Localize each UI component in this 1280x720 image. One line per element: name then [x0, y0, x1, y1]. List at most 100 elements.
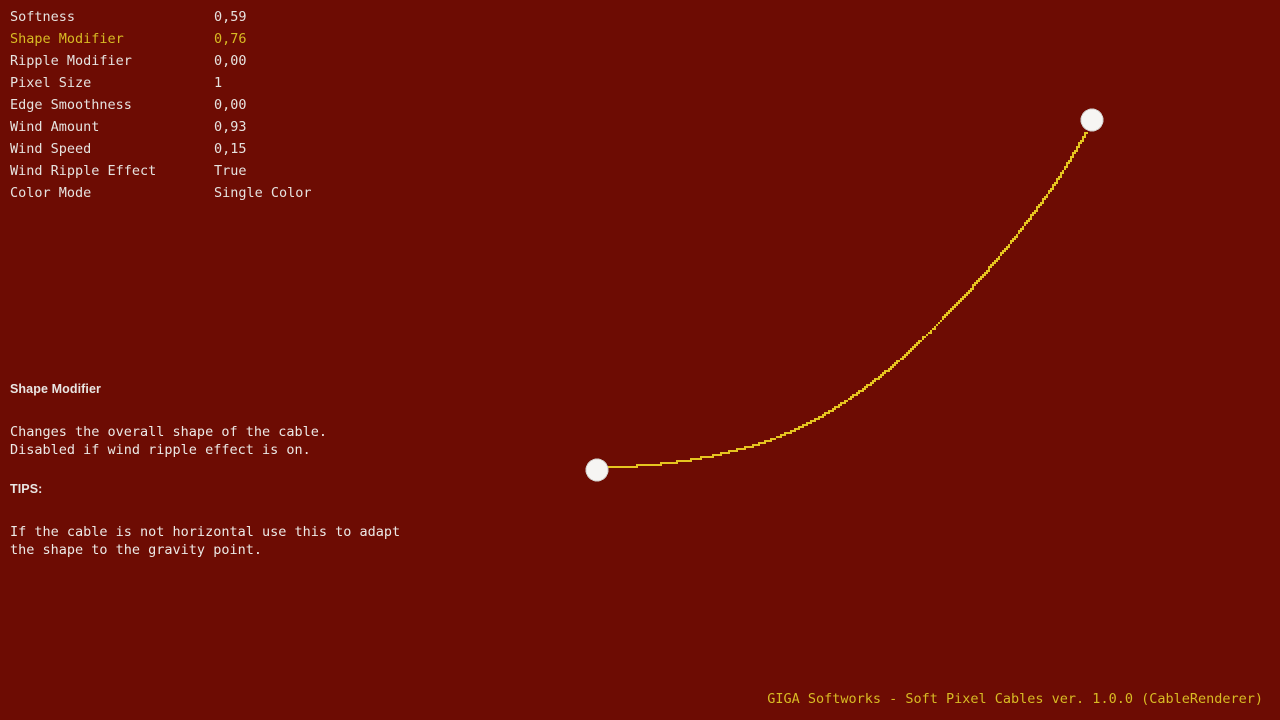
parameter-value[interactable]: 0,00 [214, 94, 247, 116]
cable-pixel [986, 270, 988, 272]
parameter-label: Edge Smoothness [10, 97, 132, 113]
parameter-row-pixel-size[interactable]: Pixel Size 1 [10, 72, 430, 94]
cable-pixel [726, 452, 728, 454]
cable-pixel [744, 448, 746, 450]
cable-pixel [922, 338, 924, 340]
cable-pixel [1028, 220, 1030, 222]
parameter-value[interactable]: 0,76 [214, 28, 247, 50]
cable-pixel [874, 380, 876, 382]
cable-pixel [858, 392, 860, 394]
cable-pixel [966, 292, 968, 294]
cable-anchor-end[interactable] [1080, 108, 1104, 132]
cable-pixel [1058, 178, 1060, 180]
parameter-row-shape-modifier[interactable]: Shape Modifier 0,76 [10, 28, 430, 50]
parameter-row-wind-ripple-effect[interactable]: Wind Ripple Effect True [10, 160, 430, 182]
parameter-value[interactable]: 0,59 [214, 6, 247, 28]
cable-pixel [618, 466, 620, 468]
cable-pixel [616, 466, 618, 468]
cable-pixel [934, 328, 936, 330]
parameter-value[interactable]: 0,93 [214, 116, 247, 138]
cable-pixel [1082, 140, 1084, 142]
cable-pixel [858, 390, 860, 392]
cable-pixel [878, 378, 880, 380]
cable-pixel [1014, 238, 1016, 240]
cable-pixel [648, 464, 650, 466]
parameter-row-wind-speed[interactable]: Wind Speed 0,15 [10, 138, 430, 160]
cable-pixel [1048, 190, 1050, 192]
cable-pixel [1082, 136, 1084, 138]
cable-pixel [870, 384, 872, 386]
parameter-row-color-mode[interactable]: Color Mode Single Color [10, 182, 430, 204]
cable-pixel [842, 402, 844, 404]
cable-pixel [664, 462, 666, 464]
cable-anchor-start[interactable] [585, 458, 609, 482]
cable-pixel [804, 424, 806, 426]
cable-pixel [1078, 144, 1080, 146]
cable-pixel [1070, 156, 1072, 158]
cable-pixel [964, 294, 966, 296]
cable-pixel [910, 350, 912, 352]
cable-pixel [1036, 208, 1038, 210]
cable-pixel [682, 460, 684, 462]
cable-pixel [894, 364, 896, 366]
cable-pixel [1056, 178, 1058, 180]
cable-pixel [704, 456, 706, 458]
cable-pixel [838, 406, 840, 408]
cable-pixel [1082, 138, 1084, 140]
parameter-row-softness[interactable]: Softness 0,59 [10, 6, 430, 28]
cable-pixel [946, 312, 948, 314]
cable-pixel [1034, 212, 1036, 214]
cable-pixel [1030, 218, 1032, 220]
parameter-value[interactable]: 0,15 [214, 138, 247, 160]
cable-pixel [906, 354, 908, 356]
parameter-value[interactable]: 1 [214, 72, 222, 94]
cable-pixel [750, 446, 752, 448]
cable-pixel [1048, 192, 1050, 194]
cable-pixel [892, 366, 894, 368]
cable-pixel [718, 454, 720, 456]
cable-pixel [612, 466, 614, 468]
parameter-row-edge-smoothness[interactable]: Edge Smoothness 0,00 [10, 94, 430, 116]
cable-pixel [960, 298, 962, 300]
cable-pixel [614, 466, 616, 468]
parameter-row-wind-amount[interactable]: Wind Amount 0,93 [10, 116, 430, 138]
cable-pixel [844, 402, 846, 404]
parameter-value[interactable]: True [214, 160, 247, 182]
cable-renderer-window: Softness 0,59 Shape Modifier 0,76 Ripple Mod… [0, 0, 1280, 720]
cable-pixel [830, 410, 832, 412]
cable-pixel [882, 374, 884, 376]
cable-pixel [942, 316, 944, 318]
cable-pixel [850, 398, 852, 400]
parameter-value[interactable]: Single Color [214, 182, 312, 204]
cable-pixel [848, 398, 850, 400]
cable-pixel [920, 340, 922, 342]
parameter-value[interactable]: 0,00 [214, 50, 247, 72]
cable-pixel [674, 462, 676, 464]
cable-pixel [808, 422, 810, 424]
cable-pixel [792, 430, 794, 432]
cable-pixel [758, 442, 760, 444]
cable-pixel [1008, 246, 1010, 248]
cable-pixel [772, 438, 774, 440]
cable-pixel [746, 446, 748, 448]
cable-pixel [954, 306, 956, 308]
cable-pixel [930, 330, 932, 332]
cable-pixel [1068, 160, 1070, 162]
cable-pixel [1004, 248, 1006, 250]
cable-pixel [982, 276, 984, 278]
cable-pixel [790, 430, 792, 432]
cable-pixel [938, 322, 940, 324]
cable-pixel [1070, 158, 1072, 160]
cable-pixel [798, 426, 800, 428]
cable-pixel [898, 360, 900, 362]
cable-pixel [1012, 240, 1014, 242]
cable-pixel [868, 384, 870, 386]
cable-pixel [676, 462, 678, 464]
cable-pixel [826, 412, 828, 414]
cable-pixel [1024, 224, 1026, 226]
cable-pixel [770, 438, 772, 440]
parameter-row-ripple-modifier[interactable]: Ripple Modifier 0,00 [10, 50, 430, 72]
cable-pixel [904, 354, 906, 356]
cable-pixel [870, 382, 872, 384]
cable-pixel [702, 456, 704, 458]
